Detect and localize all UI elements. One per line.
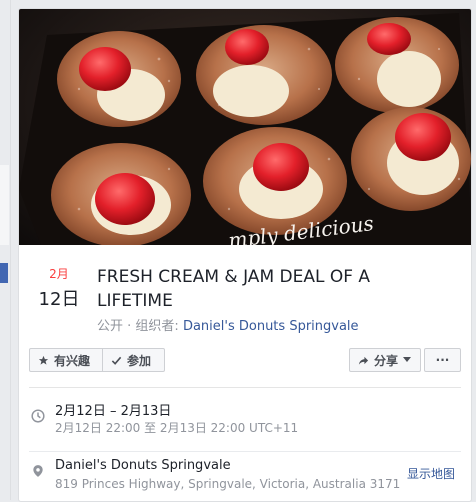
event-meta: 公开 · 组织者: Daniel's Donuts Springvale: [97, 315, 359, 334]
event-day: 12日: [38, 289, 80, 310]
left-panel-edge: [0, 0, 11, 500]
share-label: 分享: [374, 353, 399, 368]
organizer-label: 组织者:: [135, 319, 179, 334]
section-divider: [29, 387, 461, 388]
event-visibility: 公开: [97, 319, 124, 334]
event-time-range: 2月12日 22:00 至 2月13日 22:00 UTC+11: [55, 421, 299, 435]
check-icon: [111, 355, 122, 366]
left-panel-indicator: [0, 263, 8, 283]
left-panel-card: [0, 165, 9, 245]
organizer-link[interactable]: Daniel's Donuts Springvale: [183, 319, 359, 334]
row-separator: [29, 451, 461, 452]
event-location-row: Daniel's Donuts Springvale 819 Princes H…: [29, 455, 461, 501]
event-date-range: 2月12日 – 2月13日: [55, 404, 172, 419]
more-label: ···: [435, 353, 450, 367]
event-month: 2月: [49, 267, 69, 281]
donut-box-image: [19, 13, 471, 245]
clock-icon: [31, 408, 45, 427]
share-button[interactable]: 分享: [349, 348, 421, 372]
going-button[interactable]: 参加: [102, 348, 165, 372]
event-card: ...mply delicious 2月 12日 FRESH CREAM & J…: [18, 8, 472, 502]
interested-button[interactable]: 有兴趣: [29, 348, 103, 372]
event-cover-photo[interactable]: ...mply delicious: [19, 9, 471, 245]
more-options-button[interactable]: ···: [424, 348, 461, 372]
event-date-badge: 2月 12日: [33, 265, 85, 311]
event-title: FRESH CREAM & JAM DEAL OF A LIFETIME: [97, 267, 371, 311]
event-time-row: 2月12日 – 2月13日 2月12日 22:00 至 2月13日 22:00 …: [29, 400, 461, 450]
star-icon: [38, 355, 49, 366]
place-name[interactable]: Daniel's Donuts Springvale: [55, 458, 231, 473]
going-label: 参加: [127, 353, 152, 368]
event-actions: 有兴趣 参加 分享 ···: [29, 348, 461, 374]
place-address: 819 Princes Highway, Springvale, Victori…: [55, 477, 401, 491]
share-arrow-icon: [358, 355, 369, 366]
interested-label: 有兴趣: [54, 353, 91, 368]
show-map-link[interactable]: 显示地图: [407, 465, 455, 482]
map-pin-icon: [31, 463, 45, 482]
caret-down-icon: [403, 357, 412, 363]
